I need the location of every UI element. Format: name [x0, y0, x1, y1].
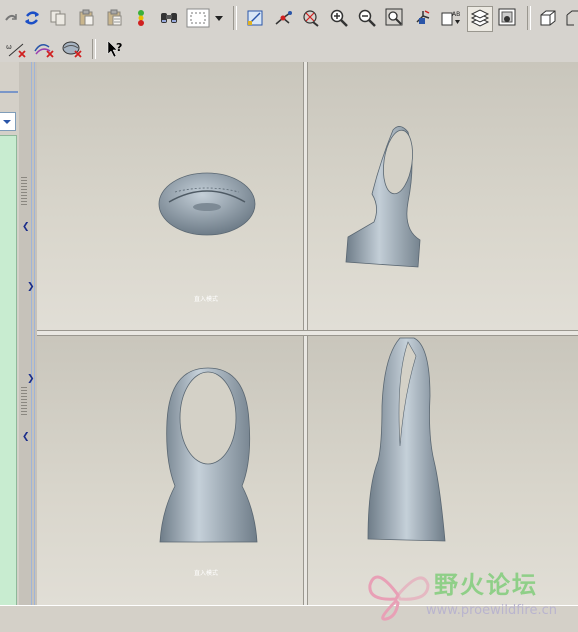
toolbar-separator — [233, 6, 237, 30]
secondary-toolbar: ω ? — [0, 36, 578, 63]
regenerate-icon[interactable] — [21, 7, 43, 29]
viewport-horizontal-divider[interactable] — [37, 330, 578, 336]
dropdown-arrow-icon[interactable] — [212, 7, 226, 29]
panel-header-line — [0, 91, 18, 93]
zoom-in-icon[interactable] — [328, 7, 350, 29]
copy-icon[interactable] — [47, 7, 69, 29]
watermark-title: 野火论坛 — [434, 571, 538, 599]
svg-text:ω: ω — [6, 43, 12, 51]
viewport-front[interactable] — [308, 62, 578, 330]
splitter-grip[interactable] — [21, 177, 27, 207]
forum-watermark: 野火论坛 www.proewildfire.cn — [366, 563, 574, 625]
select-box-icon[interactable] — [185, 7, 211, 29]
layers-icon[interactable] — [467, 6, 493, 32]
measure-icon[interactable]: ω — [5, 38, 27, 60]
saved-views-icon[interactable]: AB — [440, 7, 462, 29]
watermark-url: www.proewildfire.cn — [426, 603, 557, 618]
collapse-left-arrow-icon[interactable]: ❮ — [22, 222, 30, 232]
spin-center-icon[interactable] — [300, 7, 322, 29]
collapse-left-arrow-icon[interactable]: ❮ — [22, 432, 30, 442]
toolbar-separator — [527, 6, 531, 30]
viewport-right[interactable]: 直入模式 — [37, 336, 303, 605]
delete-surface-icon[interactable] — [61, 38, 83, 60]
butterfly-logo-icon — [368, 575, 430, 621]
model-player-icon[interactable] — [130, 7, 152, 29]
context-help-icon[interactable]: ? — [104, 38, 126, 60]
main-toolbar: AB — [0, 0, 578, 37]
viewport-label: 直入模式 — [194, 570, 219, 577]
reorient-icon[interactable] — [412, 7, 434, 29]
splitter-grip[interactable] — [21, 387, 27, 417]
paste-icon[interactable] — [75, 7, 97, 29]
svg-text:?: ? — [116, 41, 122, 54]
expand-right-arrow-icon[interactable]: ❯ — [27, 374, 35, 384]
toolbar-separator — [92, 39, 96, 59]
sketch-view-icon[interactable] — [244, 7, 266, 29]
viewport-label: 直入模式 — [194, 296, 219, 303]
svg-text:AB: AB — [452, 11, 460, 18]
paste-special-icon[interactable] — [103, 7, 125, 29]
shading-icon[interactable] — [537, 7, 559, 29]
expand-right-arrow-icon[interactable]: ❯ — [27, 282, 35, 292]
refit-icon[interactable] — [384, 7, 406, 29]
find-icon[interactable] — [158, 7, 180, 29]
redo-icon[interactable] — [0, 7, 22, 29]
wireframe-icon[interactable] — [564, 7, 578, 29]
model-tree-combo[interactable] — [0, 112, 16, 131]
view-manager-icon[interactable] — [497, 7, 519, 29]
model-tree-list[interactable] — [0, 135, 17, 606]
datum-axis-icon[interactable] — [272, 7, 294, 29]
zoom-out-icon[interactable] — [356, 7, 378, 29]
clear-analysis-icon[interactable] — [33, 38, 55, 60]
viewport-top[interactable]: 直入模式 — [37, 62, 303, 330]
panel-splitter[interactable]: ❮ ❯ ❯ ❮ — [19, 62, 37, 607]
